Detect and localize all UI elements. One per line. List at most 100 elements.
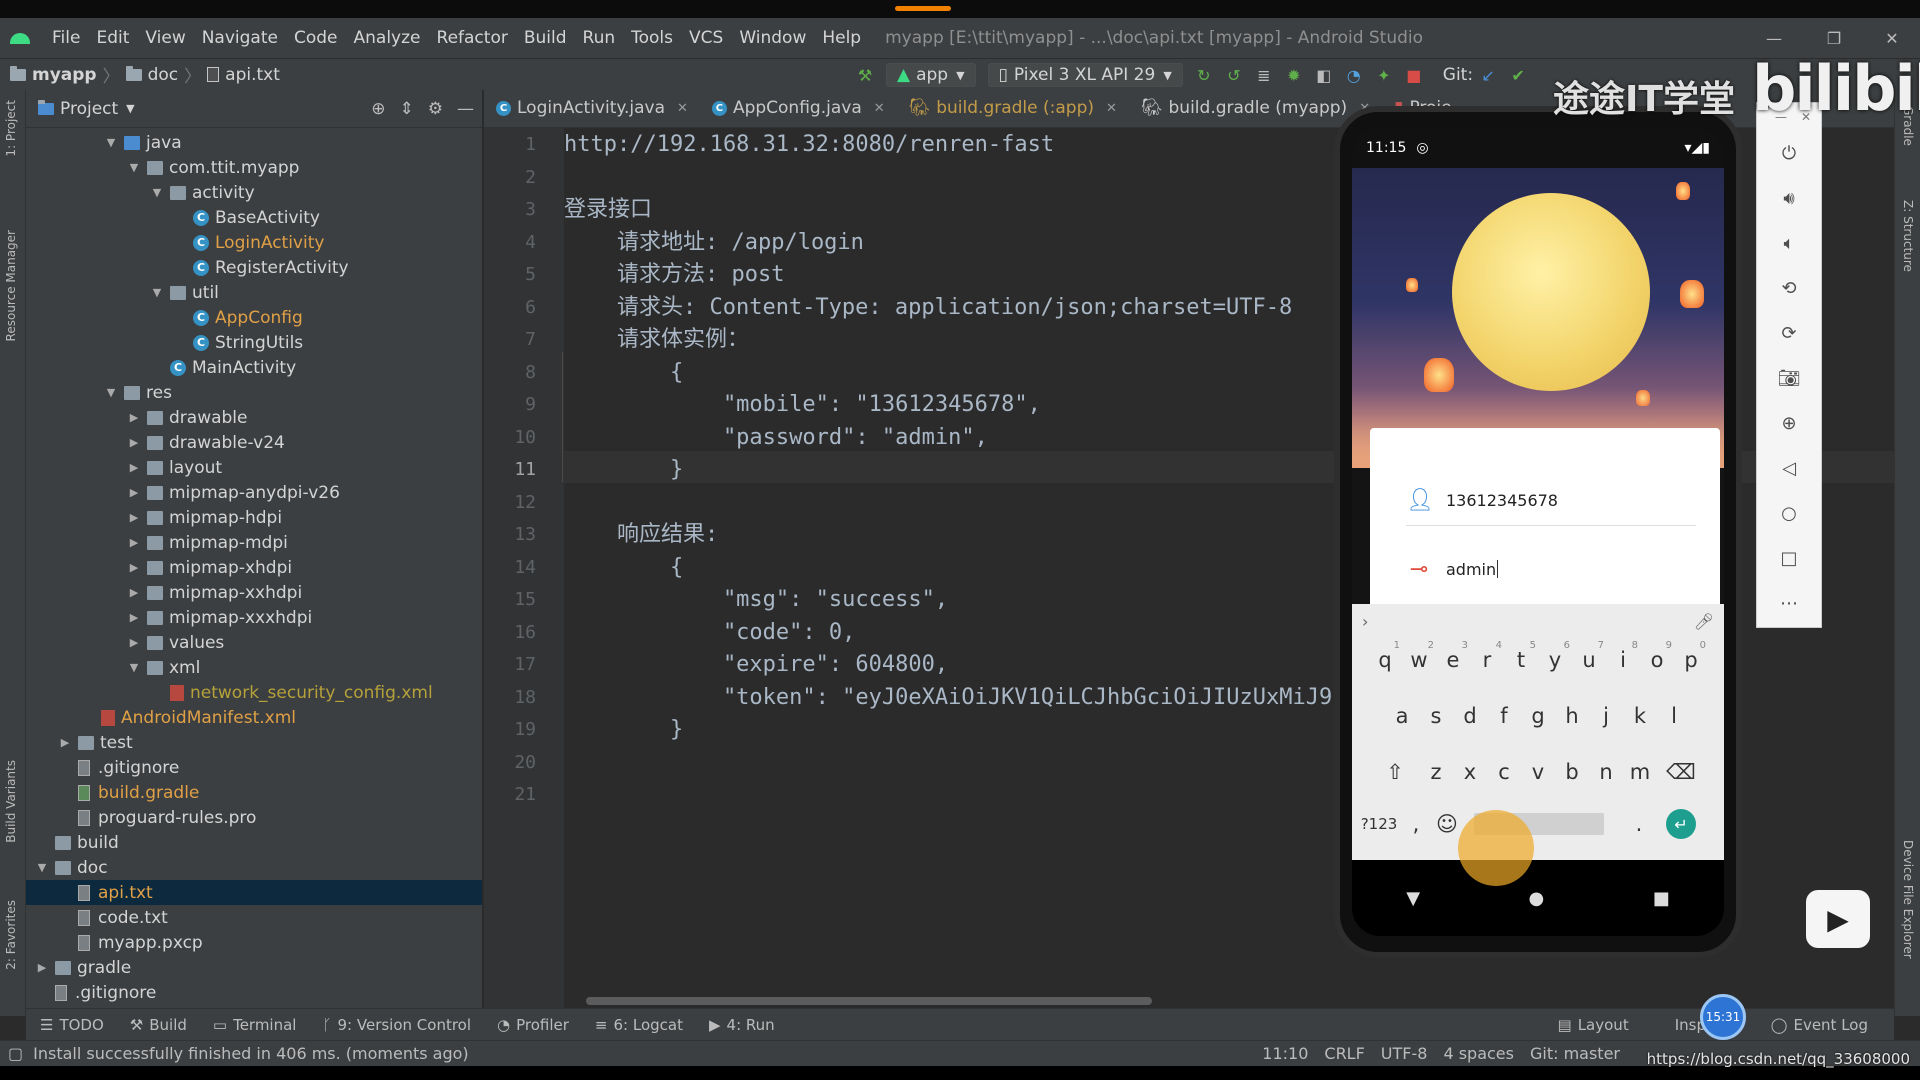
shift-icon[interactable]: ⇧ xyxy=(1371,750,1419,794)
tree-item[interactable]: C MainActivity xyxy=(26,355,482,380)
apply-changes-icon[interactable]: ↻ xyxy=(1189,61,1219,89)
apply-code-changes-icon[interactable]: ↺ xyxy=(1219,61,1249,89)
tree-item[interactable]: ▶ values xyxy=(26,630,482,655)
structure-tab[interactable]: Z: Structure xyxy=(1901,200,1915,272)
project-panel-title[interactable]: Project xyxy=(60,99,118,119)
enter-key[interactable]: ↵ xyxy=(1664,802,1698,846)
key-h[interactable]: h xyxy=(1555,694,1589,738)
breadcrumb-project[interactable]: myapp xyxy=(32,65,97,85)
device-file-explorer-tab[interactable]: Device File Explorer xyxy=(1901,840,1915,959)
key-u[interactable]: u7 xyxy=(1572,638,1606,682)
menu-help[interactable]: Help xyxy=(814,28,869,48)
key-b[interactable]: b xyxy=(1555,750,1589,794)
chevron-right-icon[interactable]: ▶ xyxy=(127,486,141,499)
chevron-right-icon[interactable]: ▶ xyxy=(58,736,72,749)
logcat-tool[interactable]: ≡ 6: Logcat xyxy=(595,1016,683,1034)
tree-item[interactable]: ▶ mipmap-xhdpi xyxy=(26,555,482,580)
event-log-tool[interactable]: ◯ Event Log xyxy=(1771,1016,1868,1034)
key-k[interactable]: k xyxy=(1623,694,1657,738)
tree-item[interactable]: ▼ com.ttit.myapp xyxy=(26,155,482,180)
tree-item[interactable]: ▶ mipmap-xxxhdpi xyxy=(26,605,482,630)
rotate-left-icon[interactable]: ⟲ xyxy=(1757,266,1821,311)
tree-item[interactable]: ▼ activity xyxy=(26,180,482,205)
tree-item[interactable]: ▶ mipmap-xxhdpi xyxy=(26,580,482,605)
volume-down-icon[interactable]: 🔈︎ xyxy=(1757,221,1821,266)
tree-item[interactable]: .gitignore xyxy=(26,755,482,780)
attach-debugger-icon[interactable]: ✦ xyxy=(1369,61,1399,89)
chevron-down-icon[interactable]: ▼ xyxy=(104,386,118,399)
volume-up-icon[interactable]: 🔊︎ xyxy=(1757,176,1821,221)
chevron-right-icon[interactable]: ▶ xyxy=(127,461,141,474)
menu-refactor[interactable]: Refactor xyxy=(429,28,516,48)
chevron-right-icon[interactable]: ▶ xyxy=(127,411,141,424)
chevron-down-icon[interactable]: ▼ xyxy=(126,102,134,115)
key-r[interactable]: r4 xyxy=(1470,638,1504,682)
expand-icon[interactable]: › xyxy=(1362,612,1368,631)
chevron-down-icon[interactable]: ▼ xyxy=(127,661,141,674)
phone-screen[interactable]: 11:15 ◎ ▾◢▮ 👤︎ 13612345678 ⊸ admin › 🎤︎ … xyxy=(1352,128,1724,936)
run-tool[interactable]: ▶ 4: Run xyxy=(709,1016,775,1034)
stop-icon[interactable]: ■ xyxy=(1399,61,1429,89)
breadcrumb-doc[interactable]: doc xyxy=(148,65,179,85)
tree-item[interactable]: ▶ mipmap-anydpi-v26 xyxy=(26,480,482,505)
backspace-icon[interactable]: ⌫ xyxy=(1657,750,1705,794)
key-f[interactable]: f xyxy=(1487,694,1521,738)
chevron-down-icon[interactable]: ▼ xyxy=(127,161,141,174)
code-editor[interactable]: http://192.168.31.32:8080/renren-fast 登录接… xyxy=(564,128,1344,1008)
tree-item[interactable]: proguard-rules.pro xyxy=(26,805,482,830)
tree-item[interactable]: C BaseActivity xyxy=(26,205,482,230)
tree-item[interactable]: C RegisterActivity xyxy=(26,255,482,280)
key-c[interactable]: c xyxy=(1487,750,1521,794)
tree-item[interactable]: build.gradle xyxy=(26,780,482,805)
build-hammer-icon[interactable]: ⚒ xyxy=(850,61,880,89)
chevron-right-icon[interactable]: ▶ xyxy=(127,511,141,524)
key-s[interactable]: s xyxy=(1419,694,1453,738)
mobile-field[interactable]: 👤︎ 13612345678 xyxy=(1406,476,1696,526)
device-select[interactable]: ▯ Pixel 3 XL API 29 ▼ xyxy=(987,63,1183,87)
gear-icon[interactable]: ⚙ xyxy=(428,99,443,119)
period-key[interactable]: . xyxy=(1614,802,1664,846)
tree-item[interactable]: ▶ layout xyxy=(26,455,482,480)
tree-item[interactable]: build xyxy=(26,830,482,855)
build-tool[interactable]: ⚒ Build xyxy=(130,1016,187,1034)
emoji-icon[interactable]: ☺ xyxy=(1432,802,1462,846)
tree-item[interactable]: ▶ test xyxy=(26,730,482,755)
key-t[interactable]: t5 xyxy=(1504,638,1538,682)
key-i[interactable]: i8 xyxy=(1606,638,1640,682)
close-tab-icon[interactable]: ✕ xyxy=(874,101,885,116)
locate-icon[interactable]: ⊕ xyxy=(371,99,385,119)
status-message[interactable]: Install successfully finished in 406 ms.… xyxy=(33,1044,469,1063)
tree-item[interactable]: C AppConfig xyxy=(26,305,482,330)
tree-item[interactable]: ▶ mipmap-mdpi xyxy=(26,530,482,555)
chevron-right-icon[interactable]: ▶ xyxy=(127,611,141,624)
git-update-icon[interactable]: ↙ xyxy=(1473,61,1503,89)
git-branch[interactable]: Git: master xyxy=(1530,1044,1620,1063)
camera-icon[interactable]: 📷︎ xyxy=(1757,356,1821,401)
run-config-select[interactable]: ▲ app ▼ xyxy=(886,63,976,87)
chevron-right-icon[interactable]: ▶ xyxy=(35,961,49,974)
key-a[interactable]: a xyxy=(1385,694,1419,738)
key-m[interactable]: m xyxy=(1623,750,1657,794)
tree-item[interactable]: myapp.pxcp xyxy=(26,930,482,955)
tree-item[interactable]: C LoginActivity xyxy=(26,230,482,255)
key-w[interactable]: w2 xyxy=(1402,638,1436,682)
tree-item[interactable]: ▶ gradle xyxy=(26,955,482,980)
chevron-down-icon[interactable]: ▼ xyxy=(150,286,164,299)
more-icon[interactable]: ⋯ xyxy=(1757,581,1821,626)
menu-edit[interactable]: Edit xyxy=(88,28,137,48)
tree-item[interactable]: ▼ java xyxy=(26,130,482,155)
terminal-tool[interactable]: ▭ Terminal xyxy=(213,1016,297,1034)
chevron-right-icon[interactable]: ▶ xyxy=(127,586,141,599)
power-icon[interactable]: ⏻ xyxy=(1757,131,1821,176)
profiler-tool[interactable]: ◔ Profiler xyxy=(497,1016,569,1034)
debug-icon[interactable]: ✹ xyxy=(1279,61,1309,89)
caret-position[interactable]: 11:10 xyxy=(1262,1044,1308,1063)
microphone-icon[interactable]: 🎤︎ xyxy=(1694,612,1714,631)
tree-item[interactable]: AndroidManifest.xml xyxy=(26,705,482,730)
tab-app-config[interactable]: C AppConfig.java ✕ xyxy=(700,89,897,127)
close-tab-icon[interactable]: ✕ xyxy=(677,101,688,116)
menu-analyze[interactable]: Analyze xyxy=(346,28,429,48)
line-separator[interactable]: CRLF xyxy=(1324,1044,1364,1063)
back-icon[interactable]: ▼ xyxy=(1406,888,1420,909)
todo-tool[interactable]: ☰ TODO xyxy=(40,1016,104,1034)
